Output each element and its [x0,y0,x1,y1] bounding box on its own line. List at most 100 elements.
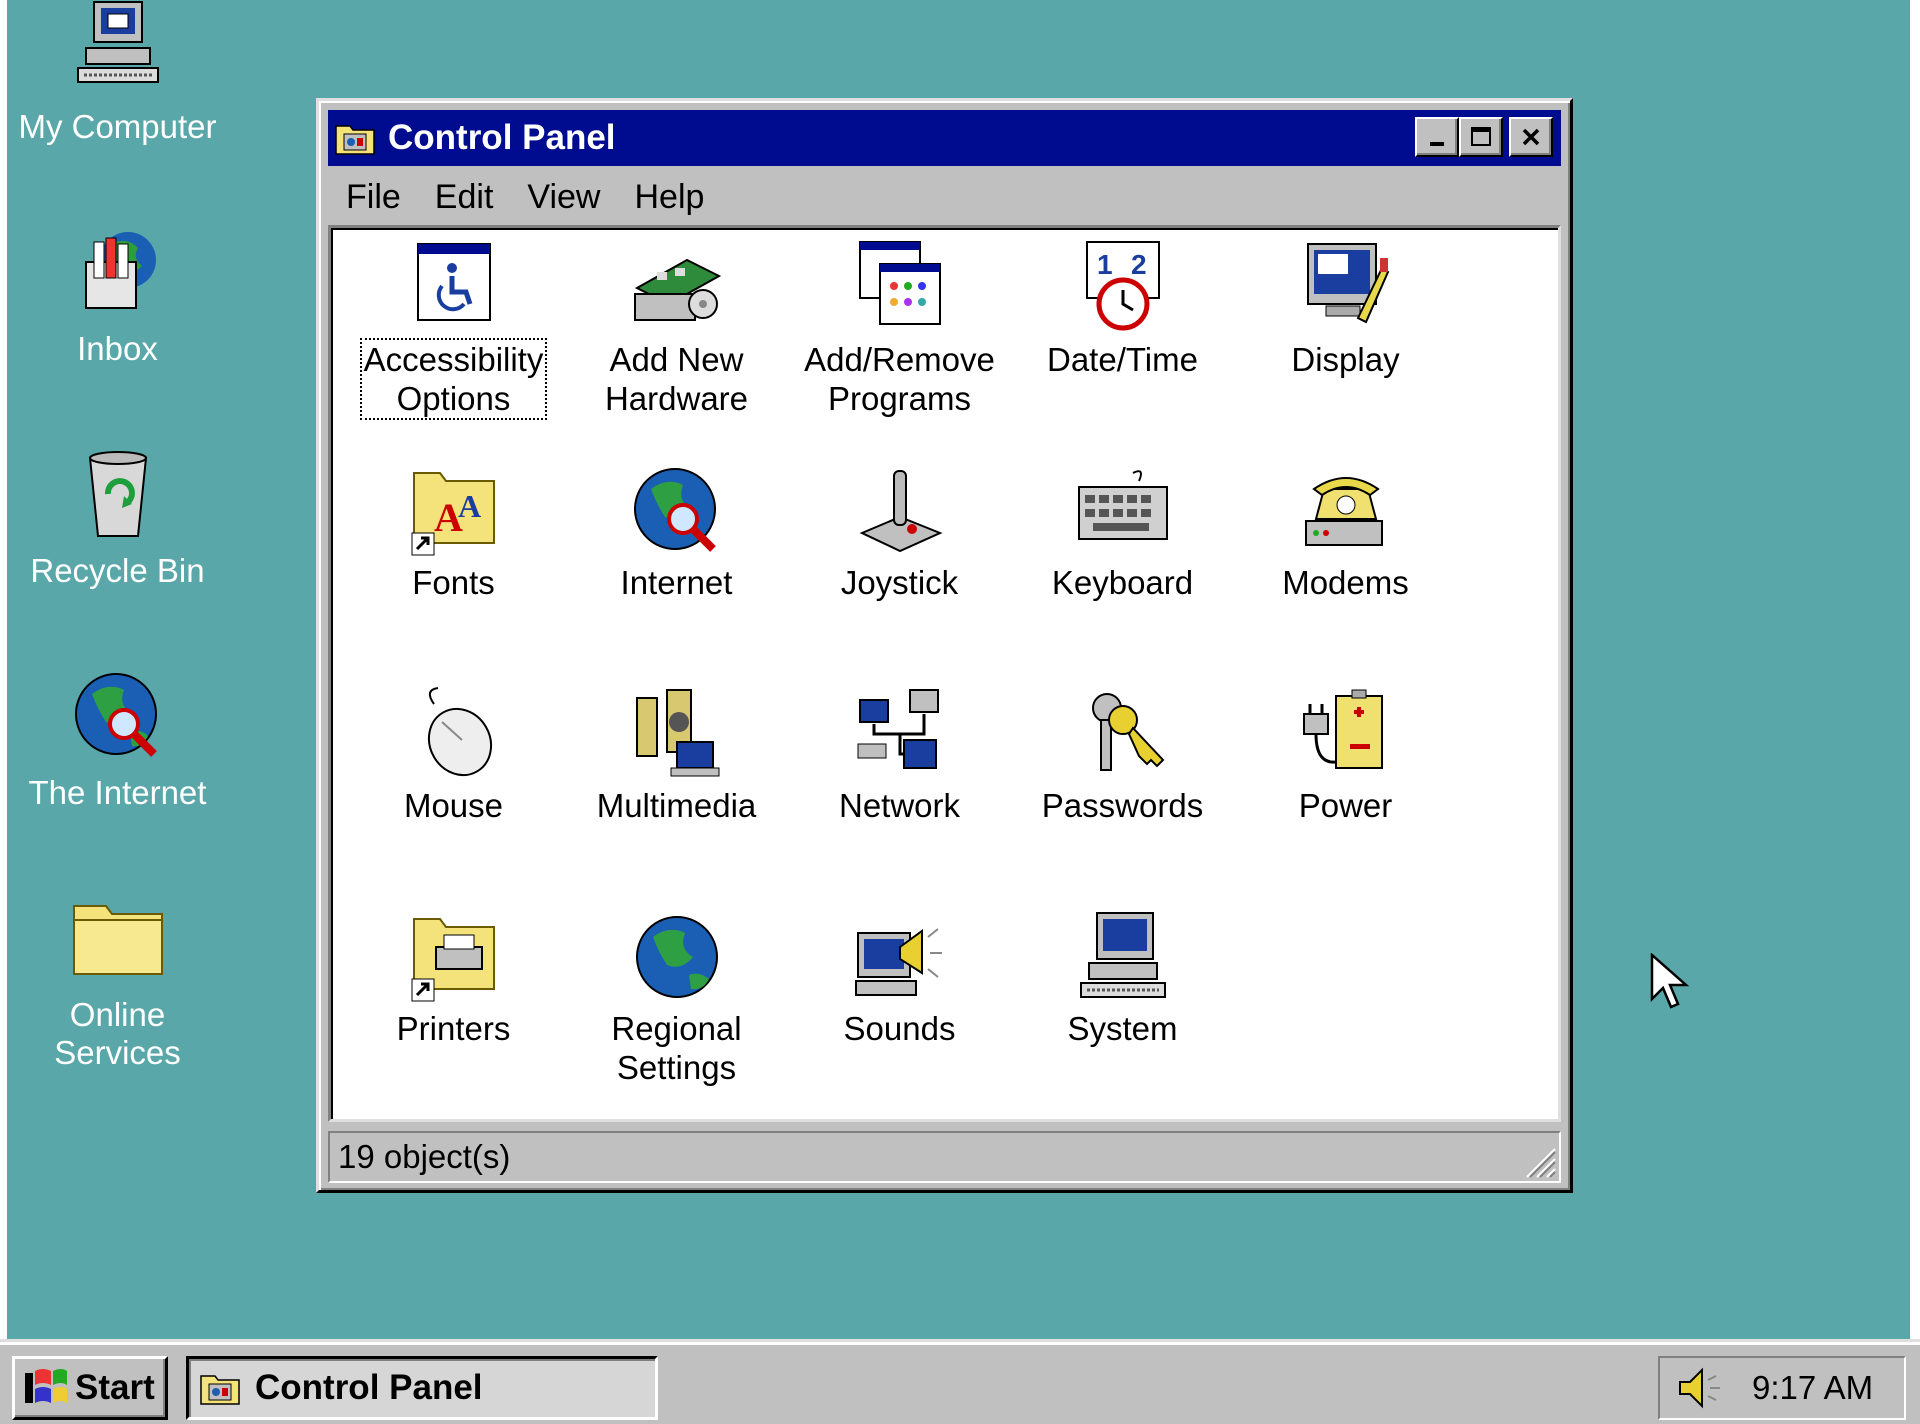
desktop-icon-recycle-bin[interactable]: Recycle Bin [10,444,225,590]
item-power[interactable]: Power [1238,684,1453,825]
control-panel-icon [335,125,375,155]
programs-icon [858,241,941,325]
screen-edge-right [1910,0,1920,1424]
close-icon [1522,128,1540,146]
desktop-icon-inbox[interactable]: Inbox [10,222,225,368]
sounds-icon [854,928,942,996]
item-label: Keyboard [1051,564,1194,601]
start-button[interactable]: Start [12,1356,168,1420]
desktop-icon-label: Recycle Bin [30,552,205,589]
item-passwords[interactable]: Passwords [1015,684,1230,825]
close-button[interactable] [1509,117,1553,157]
joystick-icon [859,470,943,553]
power-icon [1302,689,1383,769]
maximize-icon [1471,127,1491,146]
item-label: Multimedia [596,787,757,824]
minimize-icon [1430,142,1444,146]
item-add-new-hardware[interactable]: Add New Hardware [569,238,784,418]
window-titlebar[interactable]: Control Panel [328,110,1561,166]
desktop-icon-my-computer[interactable]: My Computer [10,0,225,146]
item-printers[interactable]: Printers [346,907,561,1048]
item-label: Network [838,787,961,824]
item-display[interactable]: Display [1238,238,1453,379]
item-multimedia[interactable]: Multimedia [569,684,784,825]
svg-text:A: A [458,488,481,524]
menu-file[interactable]: File [346,178,401,217]
item-label: System [1067,1010,1178,1047]
item-mouse[interactable]: Mouse [346,684,561,825]
start-label: Start [75,1368,155,1407]
item-label: Printers [396,1010,511,1047]
item-label: Regional Settings [611,1010,742,1086]
clock[interactable]: 9:17 AM [1752,1369,1873,1407]
recycle-bin-icon [88,451,147,537]
system-tray: 9:17 AM [1658,1356,1906,1420]
item-network[interactable]: Network [792,684,1007,825]
taskbar: Start Control Panel 9:17 AM [0,1339,1920,1424]
globe-icon [74,673,157,757]
volume-icon[interactable] [1674,1366,1724,1410]
screen-edge-left [0,0,7,1424]
globe-icon [635,916,718,998]
svg-text:1: 1 [1097,249,1113,280]
minimize-button[interactable] [1415,117,1459,157]
item-label: Joystick [840,564,959,601]
item-label: Internet [620,564,733,601]
mouse-cursor-icon [1650,953,1690,1009]
item-label: Add/Remove Programs [804,341,995,417]
item-fonts[interactable]: A A Fonts [346,461,561,602]
desktop-icon-online-services[interactable]: Online Services [10,888,225,1072]
my-computer-icon [76,1,159,83]
maximize-button[interactable] [1459,117,1503,157]
item-internet[interactable]: Internet [569,461,784,602]
item-label: Passwords [1041,787,1204,824]
status-bar: 19 object(s) [328,1131,1561,1183]
clock-icon: 1 2 [1085,241,1160,331]
hardware-icon [633,258,721,321]
multimedia-icon [635,689,719,777]
item-label: Power [1298,787,1393,824]
display-icon [1306,243,1389,324]
network-icon [857,689,939,769]
menu-edit[interactable]: Edit [435,178,494,217]
taskbar-button-label: Control Panel [255,1368,483,1407]
item-label: Mouse [403,787,504,824]
mouse-icon [427,687,492,777]
desktop-icon-the-internet[interactable]: The Internet [10,666,225,812]
item-date-time[interactable]: 1 2 Date/Time [1015,238,1230,379]
inbox-icon [84,232,156,309]
internet-icon [633,468,716,552]
desktop-icon-label: My Computer [18,108,217,145]
window-controls [1415,117,1553,157]
item-label: Modems [1282,564,1409,601]
item-sounds[interactable]: Sounds [792,907,1007,1048]
menu-help[interactable]: Help [634,178,704,217]
desktop-icon-label: Online Services [54,996,181,1071]
window-title: Control Panel [388,118,616,157]
system-icon [1079,912,1166,998]
item-label: Date/Time [1047,341,1198,378]
resize-grip-icon[interactable] [1517,1139,1557,1179]
taskbar-button-control-panel[interactable]: Control Panel [186,1356,658,1420]
control-panel-items: Accessibility Options Add New Hardware A… [328,225,1561,1122]
menu-view[interactable]: View [527,178,600,217]
keys-icon [1091,693,1164,771]
item-label: Sounds [843,1010,956,1047]
modem-icon [1304,477,1383,546]
item-joystick[interactable]: Joystick [792,461,1007,602]
item-keyboard[interactable]: Keyboard [1015,461,1230,602]
item-label: Add New Hardware [604,341,749,417]
item-label: Fonts [412,564,495,601]
control-panel-icon [200,1375,240,1405]
item-regional-settings[interactable]: Regional Settings [569,907,784,1087]
item-modems[interactable]: Modems [1238,461,1453,602]
menu-bar: File Edit View Help [328,169,1561,225]
item-add-remove-programs[interactable]: Add/Remove Programs [792,238,1007,418]
control-panel-window: Control Panel File Edit View Help Access… [316,98,1573,1193]
item-system[interactable]: System [1015,907,1230,1048]
status-text: 19 object(s) [338,1138,511,1175]
item-label: Accessibility Options [359,338,548,420]
item-accessibility-options[interactable]: Accessibility Options [346,238,561,420]
fonts-icon: A A [411,472,495,556]
accessibility-icon [416,243,491,321]
